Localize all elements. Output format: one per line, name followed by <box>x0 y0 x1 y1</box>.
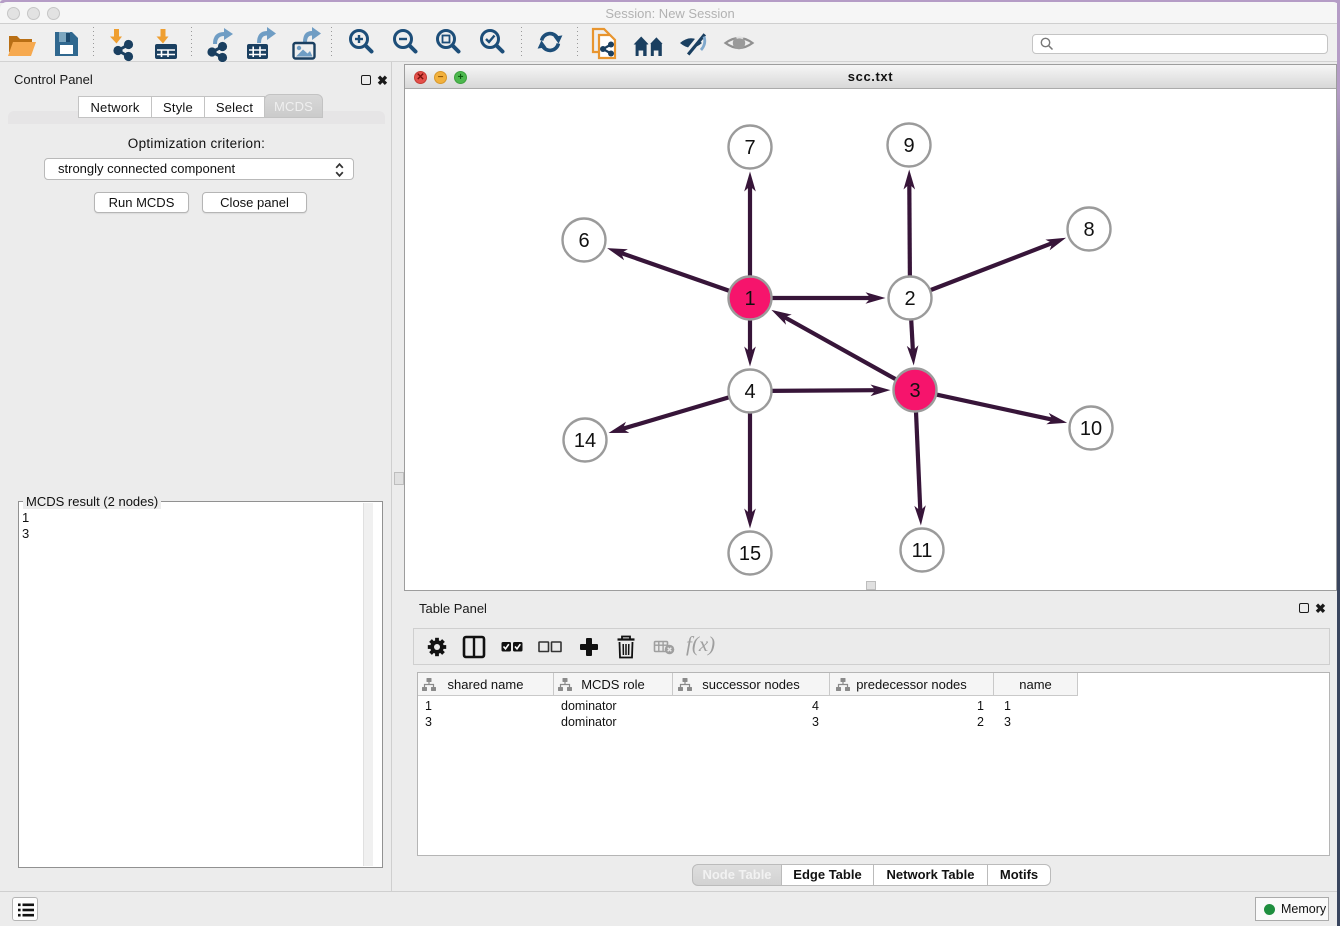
svg-text:14: 14 <box>574 430 596 452</box>
svg-text:2: 2 <box>904 288 915 310</box>
svg-text:3: 3 <box>909 380 920 402</box>
svg-text:7: 7 <box>744 137 755 159</box>
svg-text:4: 4 <box>744 381 755 403</box>
svg-text:9: 9 <box>903 135 914 157</box>
svg-text:6: 6 <box>578 230 589 252</box>
svg-text:8: 8 <box>1083 219 1094 241</box>
svg-text:15: 15 <box>739 543 761 565</box>
svg-text:10: 10 <box>1080 418 1102 440</box>
svg-text:11: 11 <box>912 540 933 562</box>
svg-text:1: 1 <box>744 288 755 310</box>
